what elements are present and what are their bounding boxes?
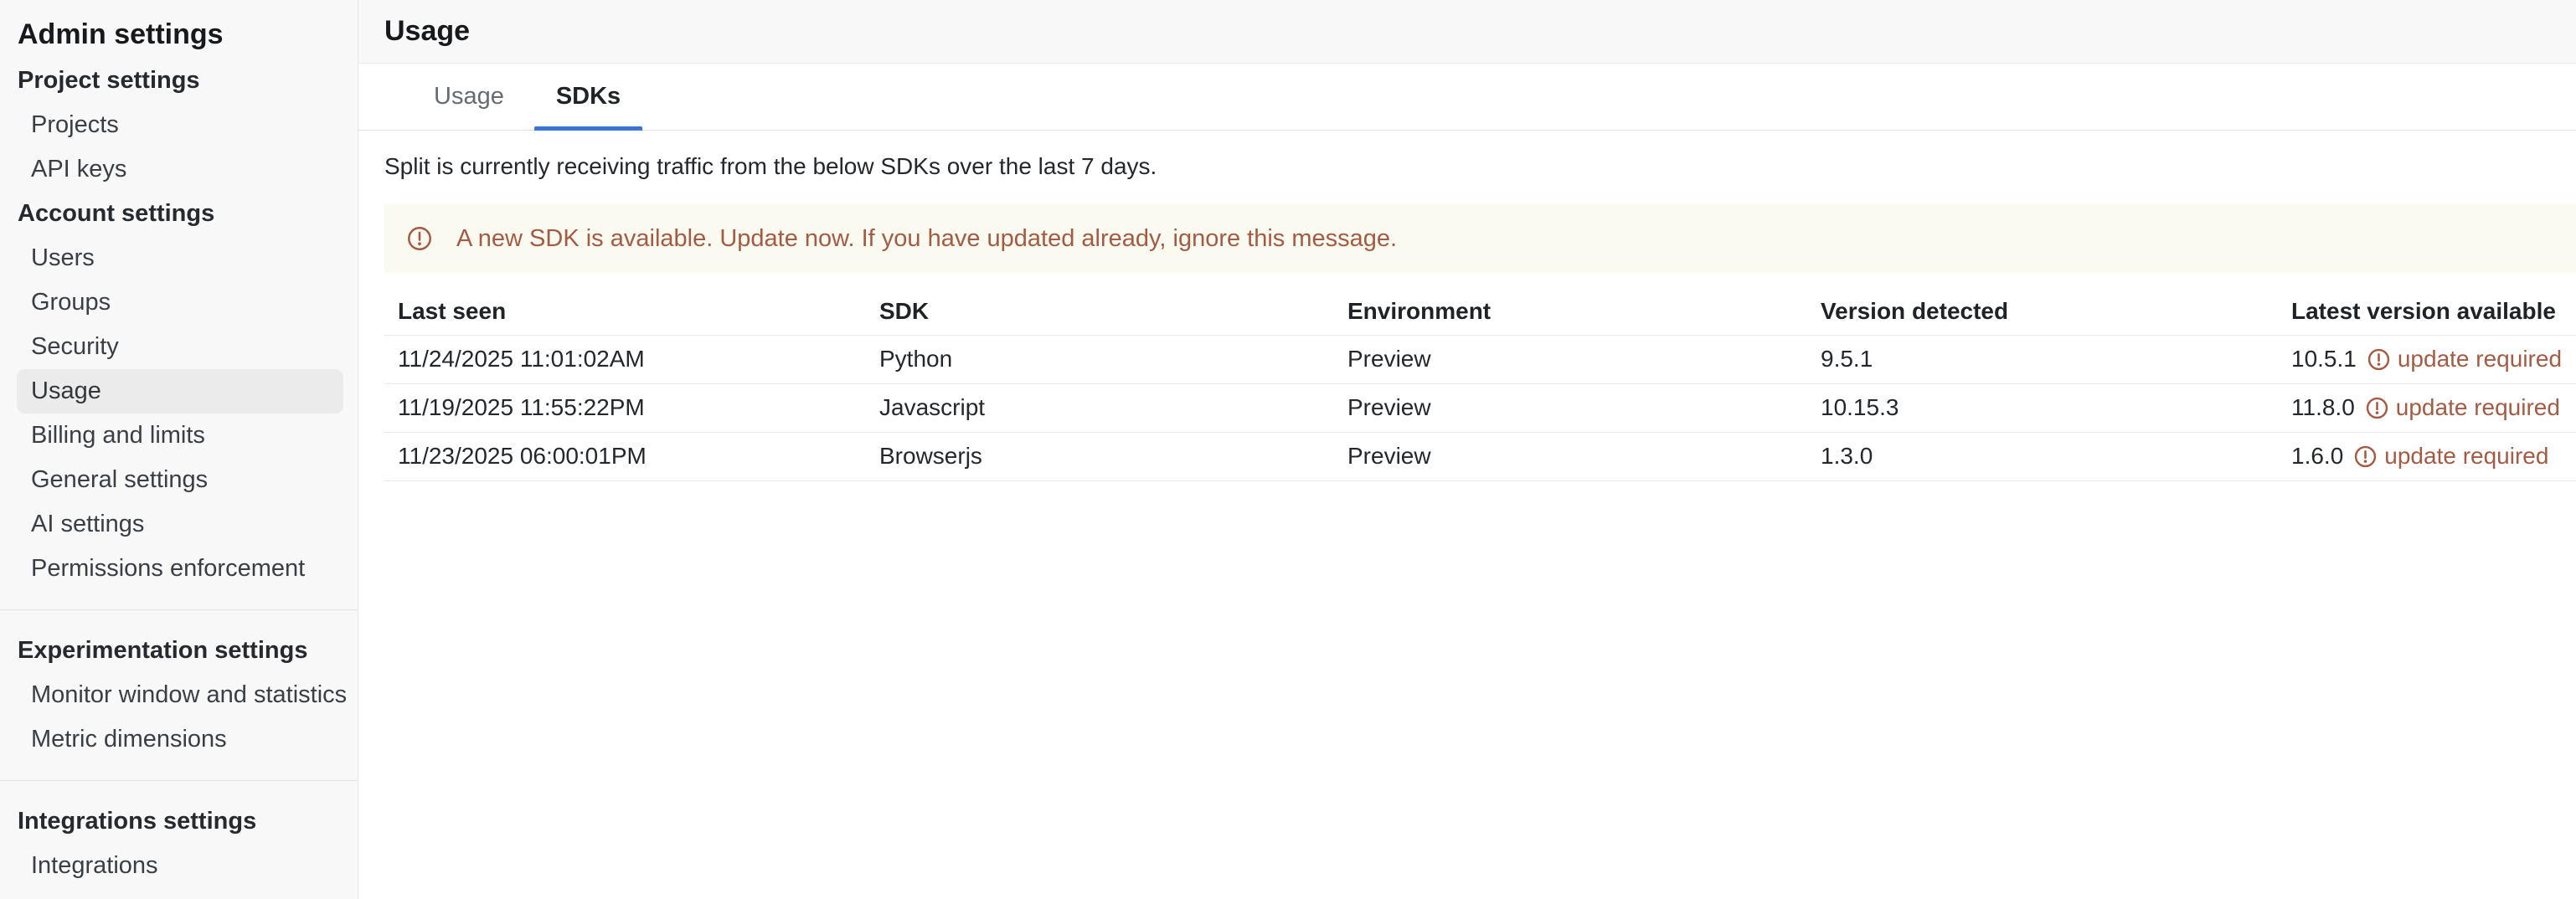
sidebar-item-usage[interactable]: Usage (17, 369, 343, 414)
sidebar-item-api-keys[interactable]: API keys (17, 147, 343, 192)
cell-environment: Preview (1334, 383, 1807, 432)
sidebar-item-ai-settings[interactable]: AI settings (17, 502, 343, 547)
sidebar-divider (0, 780, 358, 781)
update-required-flag: update required (2366, 394, 2560, 421)
alert-circle-icon (2367, 348, 2390, 371)
cell-latest-version: 11.8.0 update required (2278, 383, 2576, 432)
column-header-version-detected: Version detected (1807, 288, 2278, 335)
banner-text: A new SDK is available. Update now. If y… (456, 225, 1397, 253)
cell-environment: Preview (1334, 335, 1807, 383)
column-header-environment: Environment (1334, 288, 1807, 335)
column-header-sdk: SDK (866, 288, 1334, 335)
cell-sdk: Python (866, 335, 1334, 383)
sidebar-item-billing-and-limits[interactable]: Billing and limits (17, 414, 343, 458)
sidebar-item-groups[interactable]: Groups (17, 280, 343, 325)
latest-version-value: 10.5.1 (2291, 346, 2357, 372)
update-required-label: update required (2396, 394, 2560, 421)
update-required-label: update required (2398, 346, 2562, 372)
cell-last-seen: 11/23/2025 06:00:01PM (384, 432, 866, 480)
cell-sdk: Browserjs (866, 432, 1334, 480)
latest-version-value: 1.6.0 (2291, 443, 2343, 470)
tab-sdks[interactable]: SDKs (534, 64, 642, 130)
sidebar-item-metric-dimensions[interactable]: Metric dimensions (17, 717, 343, 762)
column-header-latest-version-available: Latest version available (2278, 288, 2576, 335)
sdk-usage-table: Last seen SDK Environment Version detect… (384, 288, 2576, 481)
tab-usage[interactable]: Usage (412, 64, 526, 130)
latest-version-value: 11.8.0 (2291, 394, 2355, 421)
cell-last-seen: 11/24/2025 11:01:02AM (384, 335, 866, 383)
sidebar-item-projects[interactable]: Projects (17, 103, 343, 147)
sidebar-item-security[interactable]: Security (17, 325, 343, 369)
update-required-flag: update required (2354, 443, 2548, 470)
sidebar-item-users[interactable]: Users (17, 236, 343, 280)
page-title: Usage (384, 15, 470, 48)
update-required-flag: update required (2367, 346, 2562, 372)
main-content: Usage Usage SDKs Split is currently rece… (358, 0, 2576, 899)
alert-circle-icon (2366, 397, 2388, 419)
sidebar-divider (0, 609, 358, 610)
table-row: 11/19/2025 11:55:22PM Javascript Preview… (384, 383, 2576, 432)
cell-version-detected: 10.15.3 (1807, 383, 2278, 432)
cell-sdk: Javascript (866, 383, 1334, 432)
cell-environment: Preview (1334, 432, 1807, 480)
cell-latest-version: 1.6.0 update required (2278, 432, 2576, 480)
sidebar-section-project-settings: Project settings (0, 59, 358, 103)
sidebar-section-integrations-settings: Integrations settings (0, 799, 358, 844)
page-header: Usage (358, 0, 2576, 64)
table-row: 11/24/2025 11:01:02AM Python Preview 9.5… (384, 335, 2576, 383)
cell-latest-version: 10.5.1 update required (2278, 335, 2576, 383)
tab-bar: Usage SDKs (358, 64, 2576, 131)
sdk-traffic-description: Split is currently receiving traffic fro… (384, 153, 2576, 180)
cell-last-seen: 11/19/2025 11:55:22PM (384, 383, 866, 432)
alert-circle-icon (2354, 445, 2377, 468)
sidebar-section-experimentation-settings: Experimentation settings (0, 629, 358, 673)
admin-settings-page: Admin settings Project settings Projects… (0, 0, 2576, 899)
sdk-update-warning-banner: A new SDK is available. Update now. If y… (384, 204, 2576, 273)
alert-circle-icon (407, 226, 432, 251)
sidebar-item-general-settings[interactable]: General settings (17, 458, 343, 502)
column-header-last-seen: Last seen (384, 288, 866, 335)
update-required-label: update required (2384, 443, 2548, 470)
sidebar-item-monitor-window-and-statistics[interactable]: Monitor window and statistics (17, 673, 343, 717)
cell-version-detected: 1.3.0 (1807, 432, 2278, 480)
sidebar-item-integrations[interactable]: Integrations (17, 844, 343, 888)
sidebar: Admin settings Project settings Projects… (0, 0, 358, 899)
sidebar-item-permissions-enforcement[interactable]: Permissions enforcement (17, 547, 343, 591)
cell-version-detected: 9.5.1 (1807, 335, 2278, 383)
table-row: 11/23/2025 06:00:01PM Browserjs Preview … (384, 432, 2576, 480)
table-header-row: Last seen SDK Environment Version detect… (384, 288, 2576, 335)
sidebar-section-account-settings: Account settings (0, 192, 358, 236)
sidebar-title: Admin settings (0, 10, 358, 59)
